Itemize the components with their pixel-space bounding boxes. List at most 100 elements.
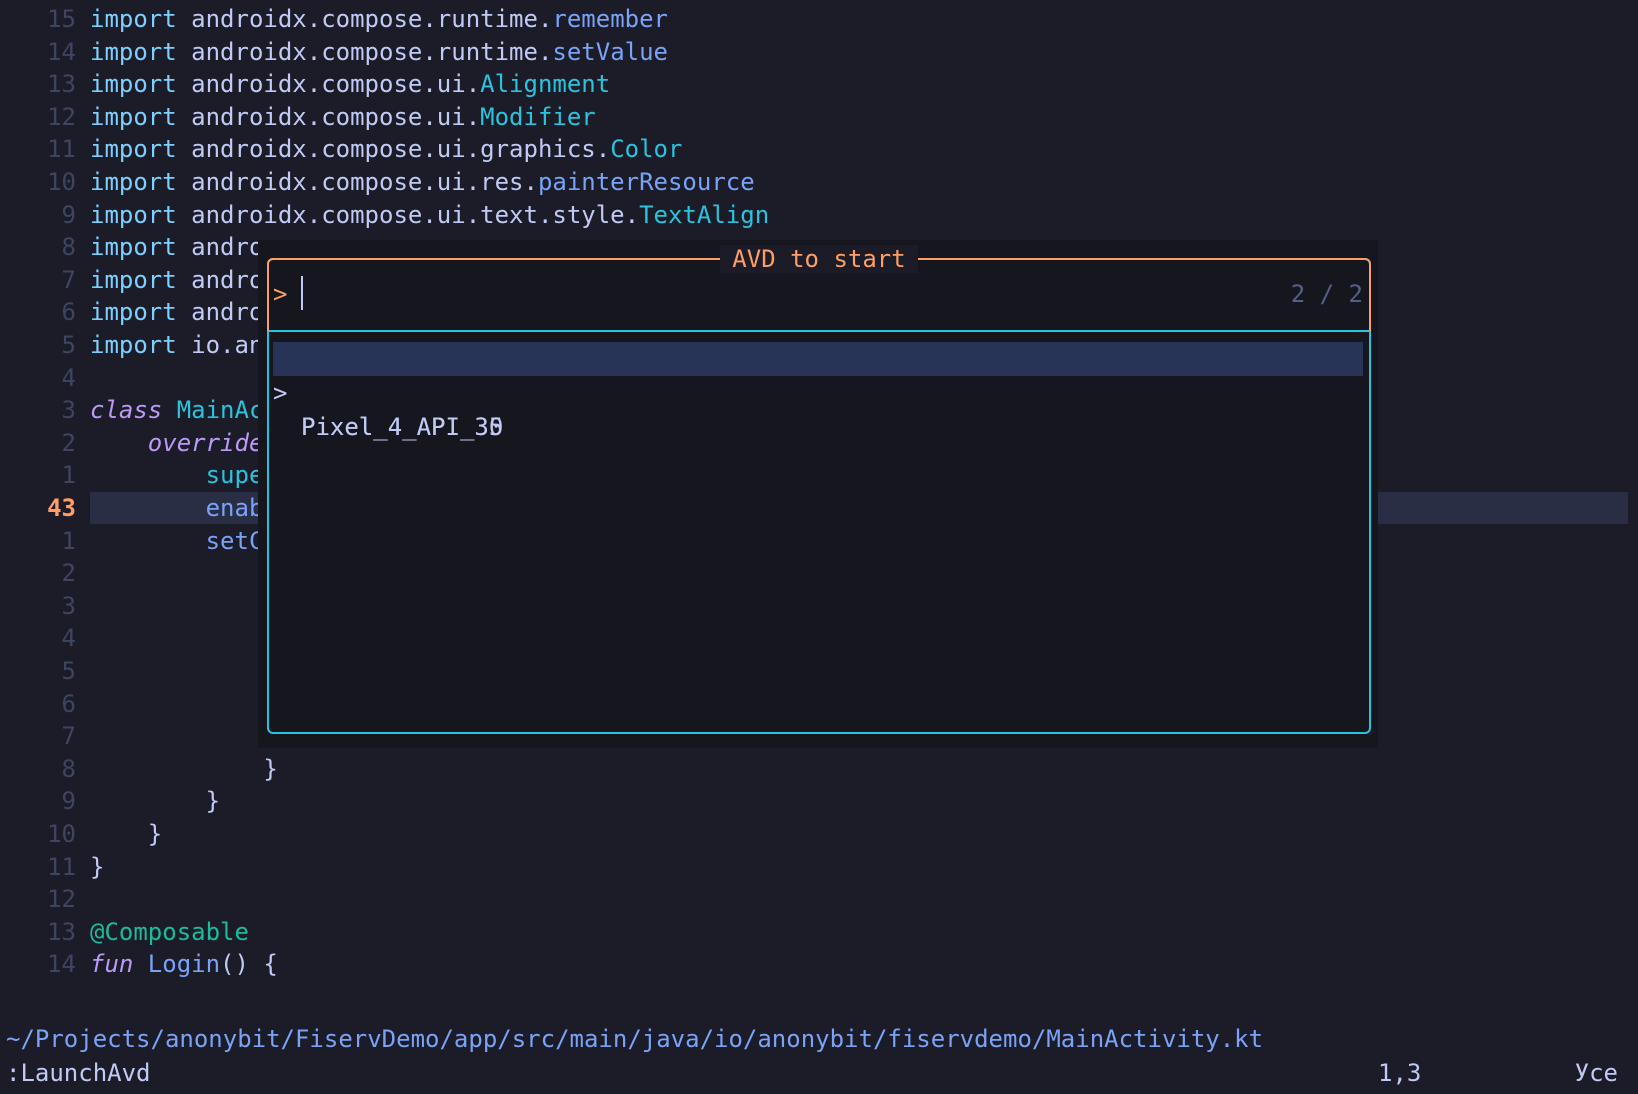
code-text: } <box>90 817 162 851</box>
code-text: import androidx.compose.ui.Alignment <box>90 67 610 101</box>
code-line[interactable]: 14 fun Login() { <box>0 947 1638 981</box>
cursor-position: 1,3 <box>1378 1059 1422 1087</box>
code-text: import andro <box>90 230 263 264</box>
code-text: import androidx.compose.ui.res.painterRe… <box>90 165 755 199</box>
line-number: 43 <box>47 494 76 522</box>
line-number: 9 <box>61 200 76 229</box>
code-token: Modifier <box>480 102 596 131</box>
code-line[interactable]: 9 } <box>0 784 1638 818</box>
line-number: 12 <box>47 885 76 914</box>
line-number: 11 <box>47 135 76 164</box>
command-line[interactable]: :LaunchAvd 1,3 Усе <box>0 1056 1638 1094</box>
code-token: io.an <box>191 331 264 359</box>
line-number: 1 <box>61 461 76 490</box>
code-token: class <box>90 396 177 425</box>
line-number: 3 <box>61 396 76 425</box>
line-number: 11 <box>47 852 76 881</box>
code-line[interactable]: 14 import androidx.compose.runtime.setVal… <box>0 35 1638 69</box>
code-token: Login <box>147 950 221 979</box>
code-text: @Composable <box>90 915 249 949</box>
code-text: } <box>90 850 104 884</box>
result-item[interactable]: > Pixel_4_API_30 <box>273 342 1363 441</box>
code-token: androidx.compose.ui.graphics. <box>191 135 611 164</box>
code-token: androidx.compose.runtime. <box>191 37 553 66</box>
code-line[interactable]: 15 import androidx.compose.runtime.rememb… <box>0 2 1638 36</box>
code-token: import <box>90 233 192 262</box>
code-token: enab <box>205 494 264 522</box>
code-line[interactable]: 11 import androidx.compose.ui.graphics.Co… <box>0 132 1638 166</box>
code-line[interactable]: 10 } <box>0 817 1638 851</box>
code-token: } <box>90 787 221 816</box>
code-text: override <box>90 426 264 460</box>
code-text: supe <box>90 458 264 492</box>
line-number: 7 <box>61 265 76 294</box>
code-token: supe <box>205 461 264 490</box>
search-input[interactable] <box>301 276 303 310</box>
code-token: import <box>90 298 192 327</box>
line-number: 8 <box>61 754 76 783</box>
avd-picker[interactable]: AVD to start > 2 / 2 > Pixel_4_API_30 Pi… <box>267 245 1371 734</box>
code-line[interactable]: 13 import androidx.compose.ui.Alignment <box>0 67 1638 101</box>
code-text: enab <box>90 491 264 525</box>
code-text: import androidx.compose.runtime.setValue <box>90 35 668 69</box>
line-number: 5 <box>61 657 76 685</box>
line-number: 14 <box>47 950 76 979</box>
code-line[interactable]: 12 <box>0 882 1638 916</box>
command-text: :LaunchAvd <box>6 1059 151 1087</box>
line-number: 3 <box>61 591 76 620</box>
picker-input-area: AVD to start > 2 / 2 <box>267 245 1371 332</box>
code-text: import androidx.compose.ui.graphics.Colo… <box>90 132 682 166</box>
line-number: 10 <box>47 168 76 196</box>
code-token: androidx.compose.ui.res. <box>191 168 538 196</box>
line-number: 5 <box>61 331 76 359</box>
code-token: Color <box>610 135 683 164</box>
code-token: TextAlign <box>639 200 770 229</box>
code-token: @Composable <box>90 917 249 946</box>
line-number: 2 <box>61 559 76 588</box>
code-token: androidx.compose.ui. <box>191 102 481 131</box>
picker-title: AVD to start <box>269 243 1369 275</box>
code-token: setC <box>205 526 264 555</box>
code-token: override <box>147 428 264 457</box>
code-token: import <box>90 265 192 294</box>
line-number: 15 <box>47 5 76 33</box>
line-number: 7 <box>61 722 76 751</box>
scroll-indicator: Усе <box>1574 1059 1618 1087</box>
code-token: import <box>90 135 192 164</box>
code-token: remember <box>552 5 668 33</box>
line-number: 14 <box>47 37 76 66</box>
code-token: } <box>90 852 105 881</box>
code-line[interactable]: 11} <box>0 850 1638 884</box>
line-number: 10 <box>47 820 76 848</box>
code-text: } <box>90 784 220 818</box>
code-token: Alignment <box>480 70 611 99</box>
code-token: MainAc <box>176 396 264 425</box>
code-line[interactable]: 9 import androidx.compose.ui.text.style.T… <box>0 198 1638 232</box>
line-number: 6 <box>61 298 76 327</box>
code-text: import androidx.compose.runtime.remember <box>90 2 668 36</box>
code-token: androidx.compose.ui.text.style. <box>191 200 640 229</box>
line-number: 6 <box>61 689 76 718</box>
code-token: import <box>90 331 192 359</box>
result-item[interactable]: Pixel_4_API_35 <box>273 376 1363 441</box>
code-line[interactable]: 13 @Composable <box>0 915 1638 949</box>
code-token: import <box>90 70 192 99</box>
code-token: androidx.compose.runtime. <box>191 5 553 33</box>
line-number: 8 <box>61 233 76 262</box>
code-line[interactable]: 12 import androidx.compose.ui.Modifier <box>0 100 1638 134</box>
code-line[interactable]: 8 } <box>0 752 1638 786</box>
line-number: 2 <box>61 428 76 457</box>
code-token: andro <box>191 265 264 294</box>
code-token: andro <box>191 233 264 262</box>
line-number: 12 <box>47 102 76 131</box>
code-text: import androidx.compose.ui.text.style.Te… <box>90 198 769 232</box>
code-token: setValue <box>552 37 668 66</box>
code-token: } <box>90 820 163 848</box>
code-token: import <box>90 37 192 66</box>
code-line[interactable]: 10 import androidx.compose.ui.res.painter… <box>0 165 1638 199</box>
result-list[interactable]: > Pixel_4_API_30 Pixel_4_API_35 <box>273 342 1363 441</box>
